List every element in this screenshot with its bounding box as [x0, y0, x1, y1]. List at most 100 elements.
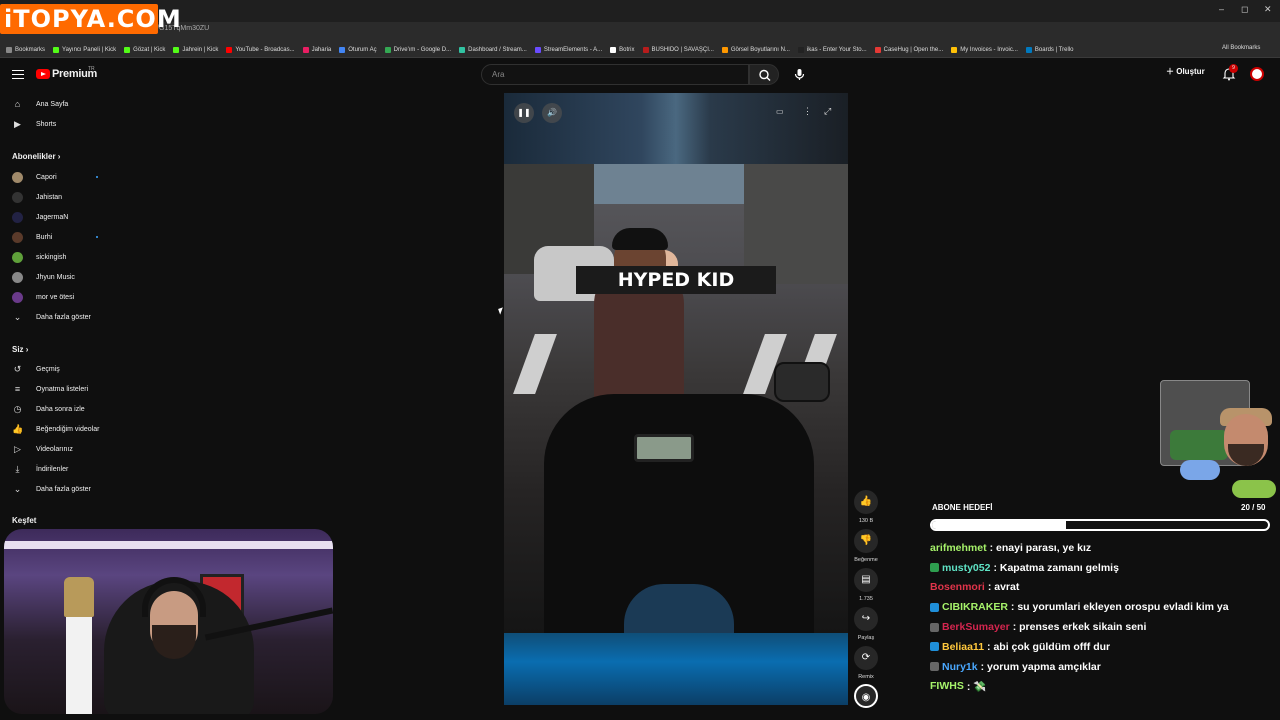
like-count: 130 B: [858, 518, 874, 524]
chat-text: : yorum yapma amçıklar: [980, 660, 1101, 673]
bookmark-favicon-icon: [874, 46, 881, 53]
sidebar-item-label: sickingish: [36, 253, 67, 261]
sidebar-item[interactable]: ⌂ Ana Sayfa: [0, 94, 115, 114]
chat-text: : avrat: [987, 581, 1020, 594]
bookmark-favicon-icon: [53, 46, 60, 53]
bookmark-item[interactable]: Gözat | Kick: [124, 46, 165, 53]
bookmark-item[interactable]: Bookmarks: [6, 46, 45, 53]
video-blur-bottom: [504, 633, 848, 705]
bookmark-label: Yayıncı Paneli | Kick: [62, 46, 117, 53]
maximize-icon[interactable]: ◻: [1241, 4, 1248, 15]
chat-text: : su yorumlari ekleyen orospu evladi kim…: [1010, 601, 1229, 614]
voice-search-button[interactable]: [789, 64, 810, 85]
all-bookmarks[interactable]: All Bookmarks: [1222, 45, 1260, 51]
sound-avatar-button[interactable]: ◉: [852, 684, 880, 708]
you-header[interactable]: Siz ›: [12, 345, 28, 354]
remix-label: Remix: [858, 674, 874, 680]
bookmark-item[interactable]: Boards | Trello: [1025, 46, 1073, 53]
account-avatar[interactable]: [1250, 67, 1264, 81]
sidebar-item-label: Beğendiğim videolar: [36, 425, 100, 433]
bookmark-item[interactable]: Jahrein | Kick: [173, 46, 218, 53]
bookmark-favicon-icon: [384, 46, 391, 53]
remix-button[interactable]: ⟳ Remix: [852, 646, 880, 680]
share-button[interactable]: ↪ Paylaş: [852, 607, 880, 641]
sidebar-item-label: İndirilenler: [36, 465, 69, 473]
comments-button[interactable]: ▤ 1.735: [852, 568, 880, 602]
sidebar-item-label: Ana Sayfa: [36, 100, 69, 108]
bookmark-item[interactable]: StreamElements - A...: [534, 46, 602, 53]
search-input[interactable]: Ara: [481, 64, 749, 85]
bookmark-item[interactable]: My Invoices - Invoic...: [951, 46, 1018, 53]
subscriptions-header-label: Abonelikler: [12, 152, 56, 161]
volume-icon[interactable]: 🔊: [542, 103, 562, 123]
thumbs-up-icon: 👍: [854, 490, 878, 514]
explore-header[interactable]: Keşfet: [12, 516, 36, 525]
bookmark-item[interactable]: Botrix: [610, 46, 635, 53]
pause-icon[interactable]: ❚❚: [514, 103, 534, 123]
sidebar-item[interactable]: 👍 Beğendiğim videolar: [0, 419, 115, 439]
green-item: [1232, 480, 1276, 498]
sidebar-item[interactable]: mor ve ötesi: [0, 287, 115, 307]
watermark-logo: iTOPYA.COM: [0, 4, 181, 34]
bookmark-item[interactable]: Oturum Aç: [339, 46, 377, 53]
sidebar-item[interactable]: ▶ Shorts: [0, 114, 115, 134]
sidebar-item[interactable]: ⌄ Daha fazla göster: [0, 479, 115, 499]
bookmark-item[interactable]: YouTube - Broadcas...: [226, 46, 295, 53]
create-button[interactable]: ＋ Oluştur: [1166, 66, 1205, 77]
close-icon[interactable]: ✕: [1264, 4, 1272, 15]
chat-badge-icon: [930, 622, 939, 632]
youtube-logo-icon[interactable]: [36, 69, 50, 79]
sidebar-item[interactable]: ≡ Oynatma listeleri: [0, 379, 115, 399]
sidebar-item[interactable]: Capori: [0, 167, 115, 187]
captions-icon[interactable]: ▭: [776, 107, 784, 116]
sidebar-item[interactable]: ◷ Daha sonra izle: [0, 399, 115, 419]
more-options-icon[interactable]: ⋮: [803, 106, 812, 117]
sidebar-item[interactable]: JagermaN: [0, 207, 115, 227]
money-pile: [1170, 430, 1228, 460]
bookmark-favicon-icon: [6, 46, 12, 53]
fullscreen-icon[interactable]: ⤢: [824, 106, 831, 117]
chat-username: musty052: [942, 561, 991, 574]
like-button[interactable]: 👍 130 B: [852, 490, 880, 524]
bookmark-favicon-icon: [534, 46, 541, 53]
chat-username: Beliaa11: [942, 640, 985, 653]
dislike-button[interactable]: 👎 Beğenme: [852, 529, 880, 563]
sidebar-item-label: Jahistan: [36, 193, 63, 201]
browser-tab-strip: [0, 0, 1280, 22]
bookmark-favicon-icon: [1025, 46, 1032, 53]
stream-chat: arifmehmet: enayi parası, ye kız musty052…: [930, 538, 1275, 696]
bookmark-item[interactable]: Drive'ım - Google D...: [384, 46, 451, 53]
video-frame: HYPED KID: [504, 164, 848, 633]
sidebar-item[interactable]: ▷ Videolarınız: [0, 439, 115, 459]
menu-icon[interactable]: [12, 70, 24, 79]
chat-message: arifmehmet: enayi parası, ye kız: [930, 538, 1275, 558]
remix-icon: ⟳: [854, 646, 878, 670]
sidebar-item[interactable]: ⤓ İndirilenler: [0, 459, 115, 479]
subscriptions-header[interactable]: Abonelikler ›: [12, 152, 60, 161]
bookmark-item[interactable]: Jaharia: [302, 46, 331, 53]
bookmark-item[interactable]: CaseHug | Open the...: [874, 46, 943, 53]
bookmark-item[interactable]: BUSHIDO | SAVAŞÇI...: [642, 46, 714, 53]
channel-avatar: [12, 191, 23, 203]
sidebar-item[interactable]: ⌄ Daha fazla göster: [0, 307, 115, 327]
sidebar-item[interactable]: ↺ Geçmiş: [0, 359, 115, 379]
chat-message: CIBIKRAKER: su yorumlari ekleyen orospu …: [930, 597, 1275, 617]
minimize-icon[interactable]: –: [1219, 4, 1224, 14]
chat-text: : 💸: [966, 680, 987, 693]
sidebar-item[interactable]: Jhyun Music: [0, 267, 115, 287]
channel-avatar-icon: ◉: [854, 684, 878, 708]
bookmark-item[interactable]: Yayıncı Paneli | Kick: [53, 46, 117, 53]
sidebar-item[interactable]: Burhi: [0, 227, 115, 247]
short-player[interactable]: HYPED KID ❚❚ 🔊 ▭ ⋮ ⤢: [504, 93, 848, 705]
sidebar-item[interactable]: sickingish: [0, 247, 115, 267]
plus-icon: ＋: [1166, 67, 1174, 76]
bookmark-label: My Invoices - Invoic...: [960, 46, 1018, 53]
bookmark-item[interactable]: Dashboard / Stream...: [459, 46, 527, 53]
sidebar-item-label: mor ve ötesi: [36, 293, 75, 301]
bookmark-item[interactable]: Görsel Boyutlarını N...: [721, 46, 790, 53]
bookmark-favicon-icon: [302, 46, 309, 53]
search-button[interactable]: [749, 64, 779, 85]
channel-avatar: [12, 211, 23, 223]
sidebar-item[interactable]: Jahistan: [0, 187, 115, 207]
bookmark-item[interactable]: ikas - Enter Your Sto...: [797, 46, 867, 53]
